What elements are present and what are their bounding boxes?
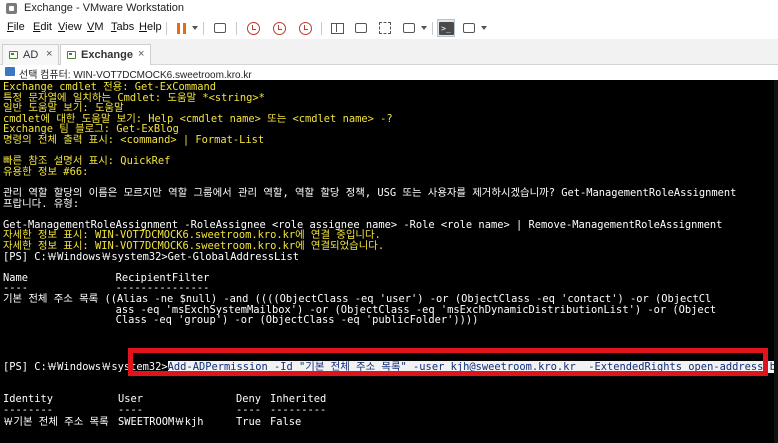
command-line: [PS] C:￦Windows￦system32>Add-ADPermissio…	[3, 361, 778, 373]
command-prompt: [PS] C:￦Windows￦system32>	[3, 361, 168, 373]
toolbar-separator	[432, 22, 433, 35]
console-line: 자세한 정보 표시: WIN-VOT7DCMOCK6.sweetroom.kro…	[3, 240, 385, 252]
result-underline: --------	[3, 404, 54, 416]
menu-file[interactable]: File	[7, 21, 25, 33]
console-line: 유용한 정보 #66:	[3, 165, 89, 178]
powershell-console[interactable]: Exchange cmdlet 전용: Get-ExCommand 특정 문자열에…	[0, 80, 778, 443]
close-icon[interactable]: ×	[138, 48, 144, 60]
snapshot-button[interactable]	[244, 19, 262, 37]
result-identity: ￦기본 전체 주소 목록	[3, 416, 109, 428]
power-dropdown-icon[interactable]	[192, 26, 198, 30]
unity-button[interactable]	[328, 19, 346, 37]
console-view-button[interactable]	[352, 19, 370, 37]
console-line: Class -eq 'group') -or (ObjectClass -eq …	[3, 314, 479, 327]
vmware-logo-icon	[6, 3, 17, 14]
window-title: Exchange - VMware Workstation	[24, 2, 184, 14]
console-line: 프랍니다. 유형:	[3, 197, 80, 210]
toolbar-separator	[203, 22, 204, 35]
tab-strip: AD × Exchange ×	[0, 39, 778, 65]
view-dropdown-icon[interactable]	[421, 26, 427, 30]
toolbar-separator	[321, 22, 322, 35]
console-line: [PS] C:￦Windows￦system32>Get-GlobalAddre…	[3, 250, 300, 263]
result-underline: ---------	[270, 404, 327, 416]
stretch-button[interactable]	[400, 19, 418, 37]
revert-snapshot-icon	[272, 21, 286, 35]
pause-button[interactable]	[172, 19, 190, 37]
snapshot-icon	[246, 21, 260, 35]
library-button[interactable]	[460, 19, 478, 37]
stretch-icon	[403, 23, 415, 33]
connection-bar: 선택 컴퓨터: WIN-VOT7DCMOCK6.sweetroom.kro.kr	[0, 65, 778, 81]
fullscreen-button[interactable]	[376, 19, 394, 37]
result-header-inherited: Inherited	[270, 393, 327, 405]
library-icon	[463, 23, 475, 33]
close-icon[interactable]: ×	[46, 48, 52, 60]
result-header-identity: Identity	[3, 393, 54, 405]
vm-icon	[67, 51, 76, 59]
manage-snapshots-icon	[298, 21, 312, 35]
manage-snapshots-button[interactable]	[296, 19, 314, 37]
connection-label: 선택 컴퓨터: WIN-VOT7DCMOCK6.sweetroom.kro.kr	[19, 70, 252, 81]
result-header-user: User	[118, 393, 144, 405]
fullscreen-icon	[379, 22, 391, 34]
result-underline: ----	[118, 404, 144, 416]
tab-exchange[interactable]: Exchange ×	[60, 44, 151, 65]
tab-label: Exchange	[81, 49, 133, 61]
result-inherited: False	[270, 416, 302, 428]
toolbar-separator	[236, 22, 237, 35]
send-ctrl-alt-del-button[interactable]	[211, 19, 229, 37]
result-deny: True	[236, 416, 262, 428]
console-line: 기본 전체 주소 목록 ((Alias -ne $null) -and ((((…	[3, 293, 712, 305]
revert-snapshot-button[interactable]	[270, 19, 288, 37]
menu-tabs[interactable]: Tabs	[111, 21, 134, 33]
computer-icon	[5, 67, 15, 76]
tab-ad[interactable]: AD ×	[2, 44, 59, 65]
selected-command[interactable]: Add-ADPermission -Id "기본 전체 주소 목록" -user…	[167, 361, 778, 373]
console-line: Exchange cmdlet 전용: Get-ExCommand	[3, 81, 217, 93]
library-dropdown-icon[interactable]	[481, 26, 487, 30]
menu-bar: File Edit View VM Tabs Help >_	[0, 17, 778, 39]
vm-icon	[9, 51, 18, 59]
console-scrollbar[interactable]	[774, 80, 778, 443]
send-ctrl-alt-del-icon	[214, 23, 226, 33]
console-line: 관리 역할 할당의 이름은 모르지만 역할 그룹에서 관리 역할, 역할 할당 …	[3, 187, 737, 199]
toolbar-separator	[166, 22, 167, 35]
pause-icon	[176, 22, 186, 34]
menu-help[interactable]: Help	[139, 21, 162, 33]
result-user: SWEETROOM￦kjh	[118, 416, 204, 428]
console-button[interactable]: >_	[437, 19, 455, 37]
unity-icon	[330, 22, 344, 34]
console-view-icon	[355, 23, 367, 33]
console-icon: >_	[438, 21, 454, 35]
result-header-deny: Deny	[236, 393, 262, 405]
menu-view[interactable]: View	[58, 21, 82, 33]
tab-label: AD	[23, 49, 39, 61]
console-line: 명령의 전체 출력 표시: <command> | Format-List	[3, 134, 265, 146]
menu-edit[interactable]: Edit	[33, 21, 52, 33]
title-bar: Exchange - VMware Workstation	[0, 0, 778, 17]
menu-vm[interactable]: VM	[87, 21, 104, 33]
result-underline: ----	[236, 404, 262, 416]
